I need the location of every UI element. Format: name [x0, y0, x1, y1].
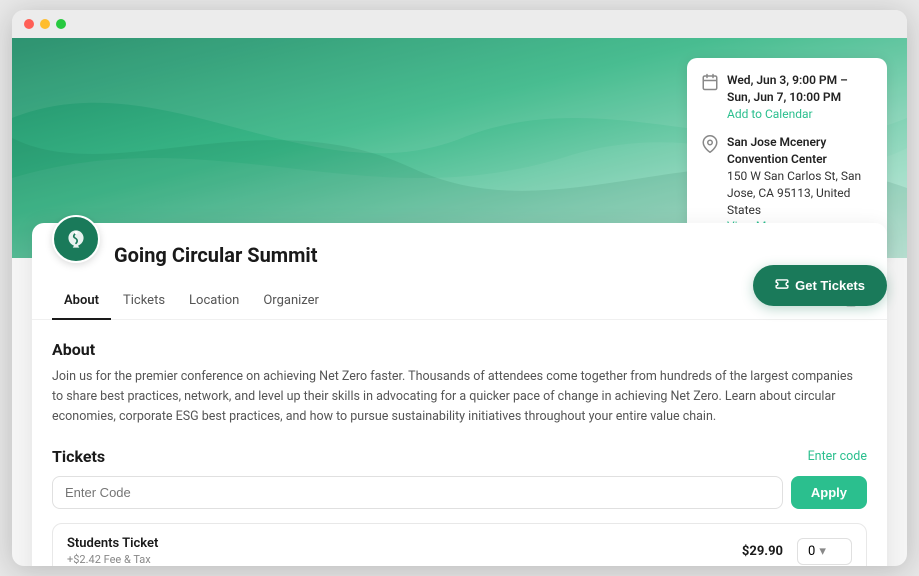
- event-logo: [52, 215, 100, 263]
- get-tickets-button[interactable]: Get Tickets: [753, 265, 887, 306]
- about-title: About: [52, 340, 867, 359]
- ticket-fee: +$2.42 Fee & Tax: [67, 553, 158, 566]
- event-header: Going Circular Summit: [32, 223, 887, 271]
- fullscreen-dot[interactable]: [56, 19, 66, 29]
- qty-value: 0: [808, 544, 815, 559]
- ticket-price: $29.90: [742, 544, 783, 559]
- enter-code-link[interactable]: Enter code: [808, 449, 867, 464]
- tab-organizer[interactable]: Organizer: [251, 283, 331, 320]
- browser-window: Wed, Jun 3, 9:00 PM – Sun, Jun 7, 10:00 …: [12, 10, 907, 566]
- ticket-info: Students Ticket +$2.42 Fee & Tax: [67, 536, 158, 566]
- page-content: Wed, Jun 3, 9:00 PM – Sun, Jun 7, 10:00 …: [12, 38, 907, 566]
- apply-button[interactable]: Apply: [791, 476, 867, 509]
- about-section: About Join us for the premier conference…: [52, 340, 867, 427]
- ticket-icon: [775, 277, 789, 294]
- chevron-down-icon: ▾: [819, 544, 826, 559]
- ticket-qty: 0 ▾: [797, 538, 852, 565]
- tab-tickets[interactable]: Tickets: [111, 283, 177, 320]
- browser-chrome: [12, 10, 907, 38]
- tickets-title: Tickets: [52, 447, 105, 466]
- code-input-row: Apply: [52, 476, 867, 509]
- quantity-selector[interactable]: 0 ▾: [797, 538, 852, 565]
- minimize-dot[interactable]: [40, 19, 50, 29]
- tab-about[interactable]: About: [52, 283, 111, 320]
- about-description: Join us for the premier conference on ac…: [52, 367, 867, 427]
- tab-location[interactable]: Location: [177, 283, 251, 320]
- content-area: About Join us for the premier conference…: [32, 320, 887, 566]
- ticket-name: Students Ticket: [67, 536, 158, 551]
- tickets-section: Tickets Enter code Apply Students Ticket…: [52, 447, 867, 566]
- code-input[interactable]: [52, 476, 783, 509]
- get-tickets-label: Get Tickets: [795, 278, 865, 293]
- event-title: Going Circular Summit: [114, 243, 317, 267]
- close-dot[interactable]: [24, 19, 34, 29]
- ticket-row: Students Ticket +$2.42 Fee & Tax $29.90 …: [52, 523, 867, 566]
